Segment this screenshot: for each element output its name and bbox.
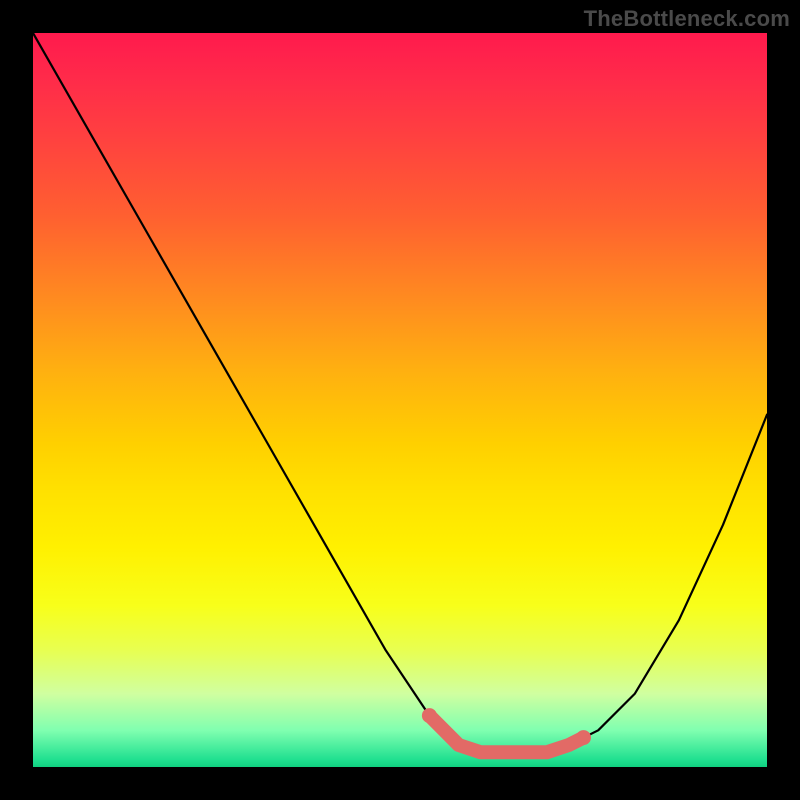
watermark-text: TheBottleneck.com: [584, 6, 790, 32]
marker-dot-right: [576, 730, 591, 745]
marker-stroke: [429, 716, 583, 753]
chart-svg: [33, 33, 767, 767]
bottleneck-curve: [33, 33, 767, 752]
marker-dot-left: [422, 708, 437, 723]
plot-area: [33, 33, 767, 767]
chart-frame: TheBottleneck.com: [0, 0, 800, 800]
marker-group: [422, 708, 591, 752]
